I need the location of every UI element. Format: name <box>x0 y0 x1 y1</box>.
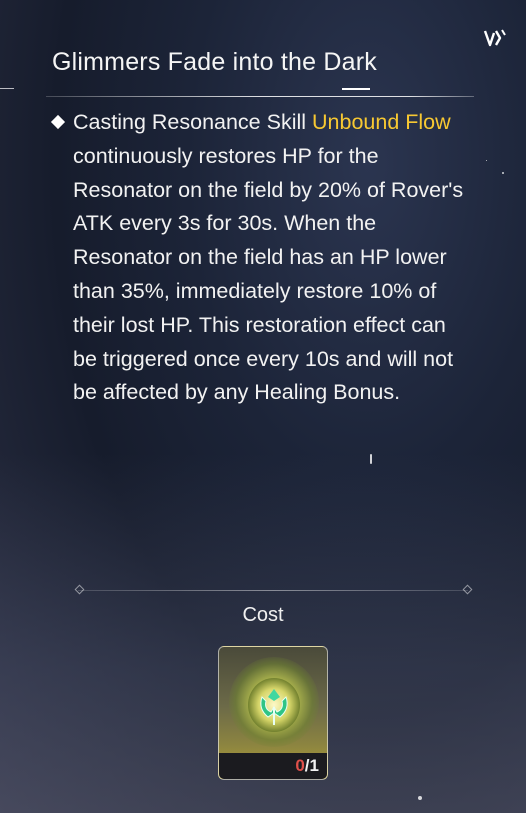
item-count: 0/1 <box>219 753 327 779</box>
title-divider-mark <box>342 88 370 90</box>
item-owned-count: 0 <box>295 756 305 775</box>
cost-label: Cost <box>242 604 284 626</box>
rank-chevron-icon[interactable] <box>481 24 509 52</box>
description-text: Casting Resonance Skill <box>73 110 313 134</box>
star <box>486 160 487 161</box>
item-required-count: 1 <box>309 756 319 775</box>
star <box>418 796 422 800</box>
description-text: continuously restores HP for the Resonat… <box>73 143 464 405</box>
divider-diamond-icon <box>462 584 473 595</box>
bullet-diamond-icon <box>50 114 66 130</box>
skill-name-highlight: Unbound Flow <box>312 110 451 134</box>
divider-diamond-icon <box>74 584 85 595</box>
spectro-emblem-icon <box>248 678 300 732</box>
title-divider <box>46 96 474 97</box>
star <box>502 172 504 174</box>
cost-divider <box>78 590 468 591</box>
skill-description: Casting Resonance Skill Unbound Flow con… <box>73 106 473 410</box>
skill-title: Glimmers Fade into the Dark <box>52 48 377 76</box>
cost-item-card[interactable]: 0/1 <box>218 646 328 780</box>
left-tick-decoration <box>0 88 14 89</box>
star <box>370 454 372 464</box>
